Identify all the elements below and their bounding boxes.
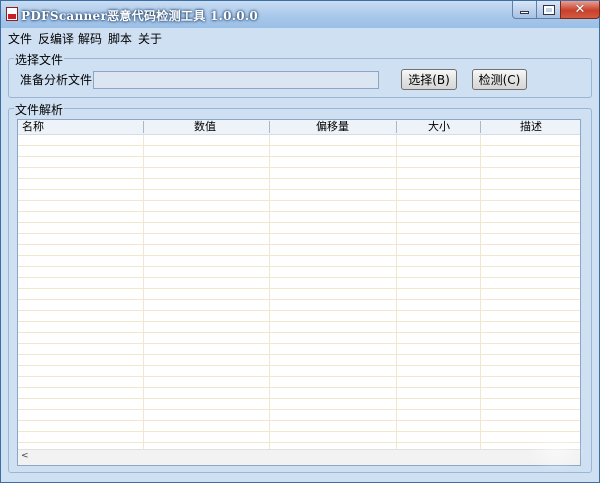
title-bar[interactable]: PDFScanner恶意代码检测工具 1.0.0.0 ✕ xyxy=(1,1,600,28)
select-button[interactable]: 选择(B) xyxy=(401,69,457,90)
grid-line xyxy=(396,135,397,450)
file-parse-legend: 文件解析 xyxy=(14,101,65,118)
column-divider[interactable] xyxy=(269,121,270,133)
list-header: 名称 数值 偏移量 大小 描述 xyxy=(18,120,580,135)
column-header-name[interactable]: 名称 xyxy=(22,120,44,134)
close-button[interactable]: ✕ xyxy=(560,1,600,19)
parse-list-view[interactable]: 名称 数值 偏移量 大小 描述 < xyxy=(17,119,581,466)
grid-line xyxy=(143,135,144,450)
pdf-app-icon xyxy=(6,7,18,21)
file-path-input[interactable] xyxy=(93,71,379,89)
column-divider[interactable] xyxy=(480,121,481,133)
menu-bar: 文件 反编译 解码 脚本 关于 xyxy=(1,28,599,47)
menu-script[interactable]: 脚本 xyxy=(108,30,132,47)
menu-file[interactable]: 文件 xyxy=(8,30,32,47)
minimize-icon xyxy=(520,11,529,14)
grid-line xyxy=(480,135,481,450)
app-window: PDFScanner恶意代码检测工具 1.0.0.0 ✕ 文件 反编译 解码 脚… xyxy=(0,0,600,483)
maximize-icon xyxy=(542,4,555,15)
scroll-left-icon[interactable]: < xyxy=(21,452,30,461)
column-header-offset[interactable]: 偏移量 xyxy=(316,120,349,134)
column-divider[interactable] xyxy=(396,121,397,133)
menu-decode[interactable]: 解码 xyxy=(78,30,102,47)
watermark xyxy=(526,431,586,471)
menu-decompile[interactable]: 反编译 xyxy=(38,30,74,47)
list-rows[interactable] xyxy=(18,135,580,450)
minimize-button[interactable] xyxy=(512,1,537,19)
select-file-legend: 选择文件 xyxy=(14,51,65,68)
file-label: 准备分析文件: xyxy=(20,73,97,87)
grid-line xyxy=(269,135,270,450)
menu-about[interactable]: 关于 xyxy=(138,30,162,47)
close-icon: ✕ xyxy=(574,2,586,17)
column-header-size[interactable]: 大小 xyxy=(428,120,450,134)
column-header-value[interactable]: 数值 xyxy=(194,120,216,134)
column-divider[interactable] xyxy=(143,121,144,133)
maximize-button[interactable] xyxy=(536,1,561,19)
window-title: PDFScanner恶意代码检测工具 1.0.0.0 xyxy=(21,9,259,23)
horizontal-scrollbar[interactable]: < xyxy=(18,449,580,465)
detect-button[interactable]: 检测(C) xyxy=(472,69,527,90)
column-header-description[interactable]: 描述 xyxy=(520,120,542,134)
